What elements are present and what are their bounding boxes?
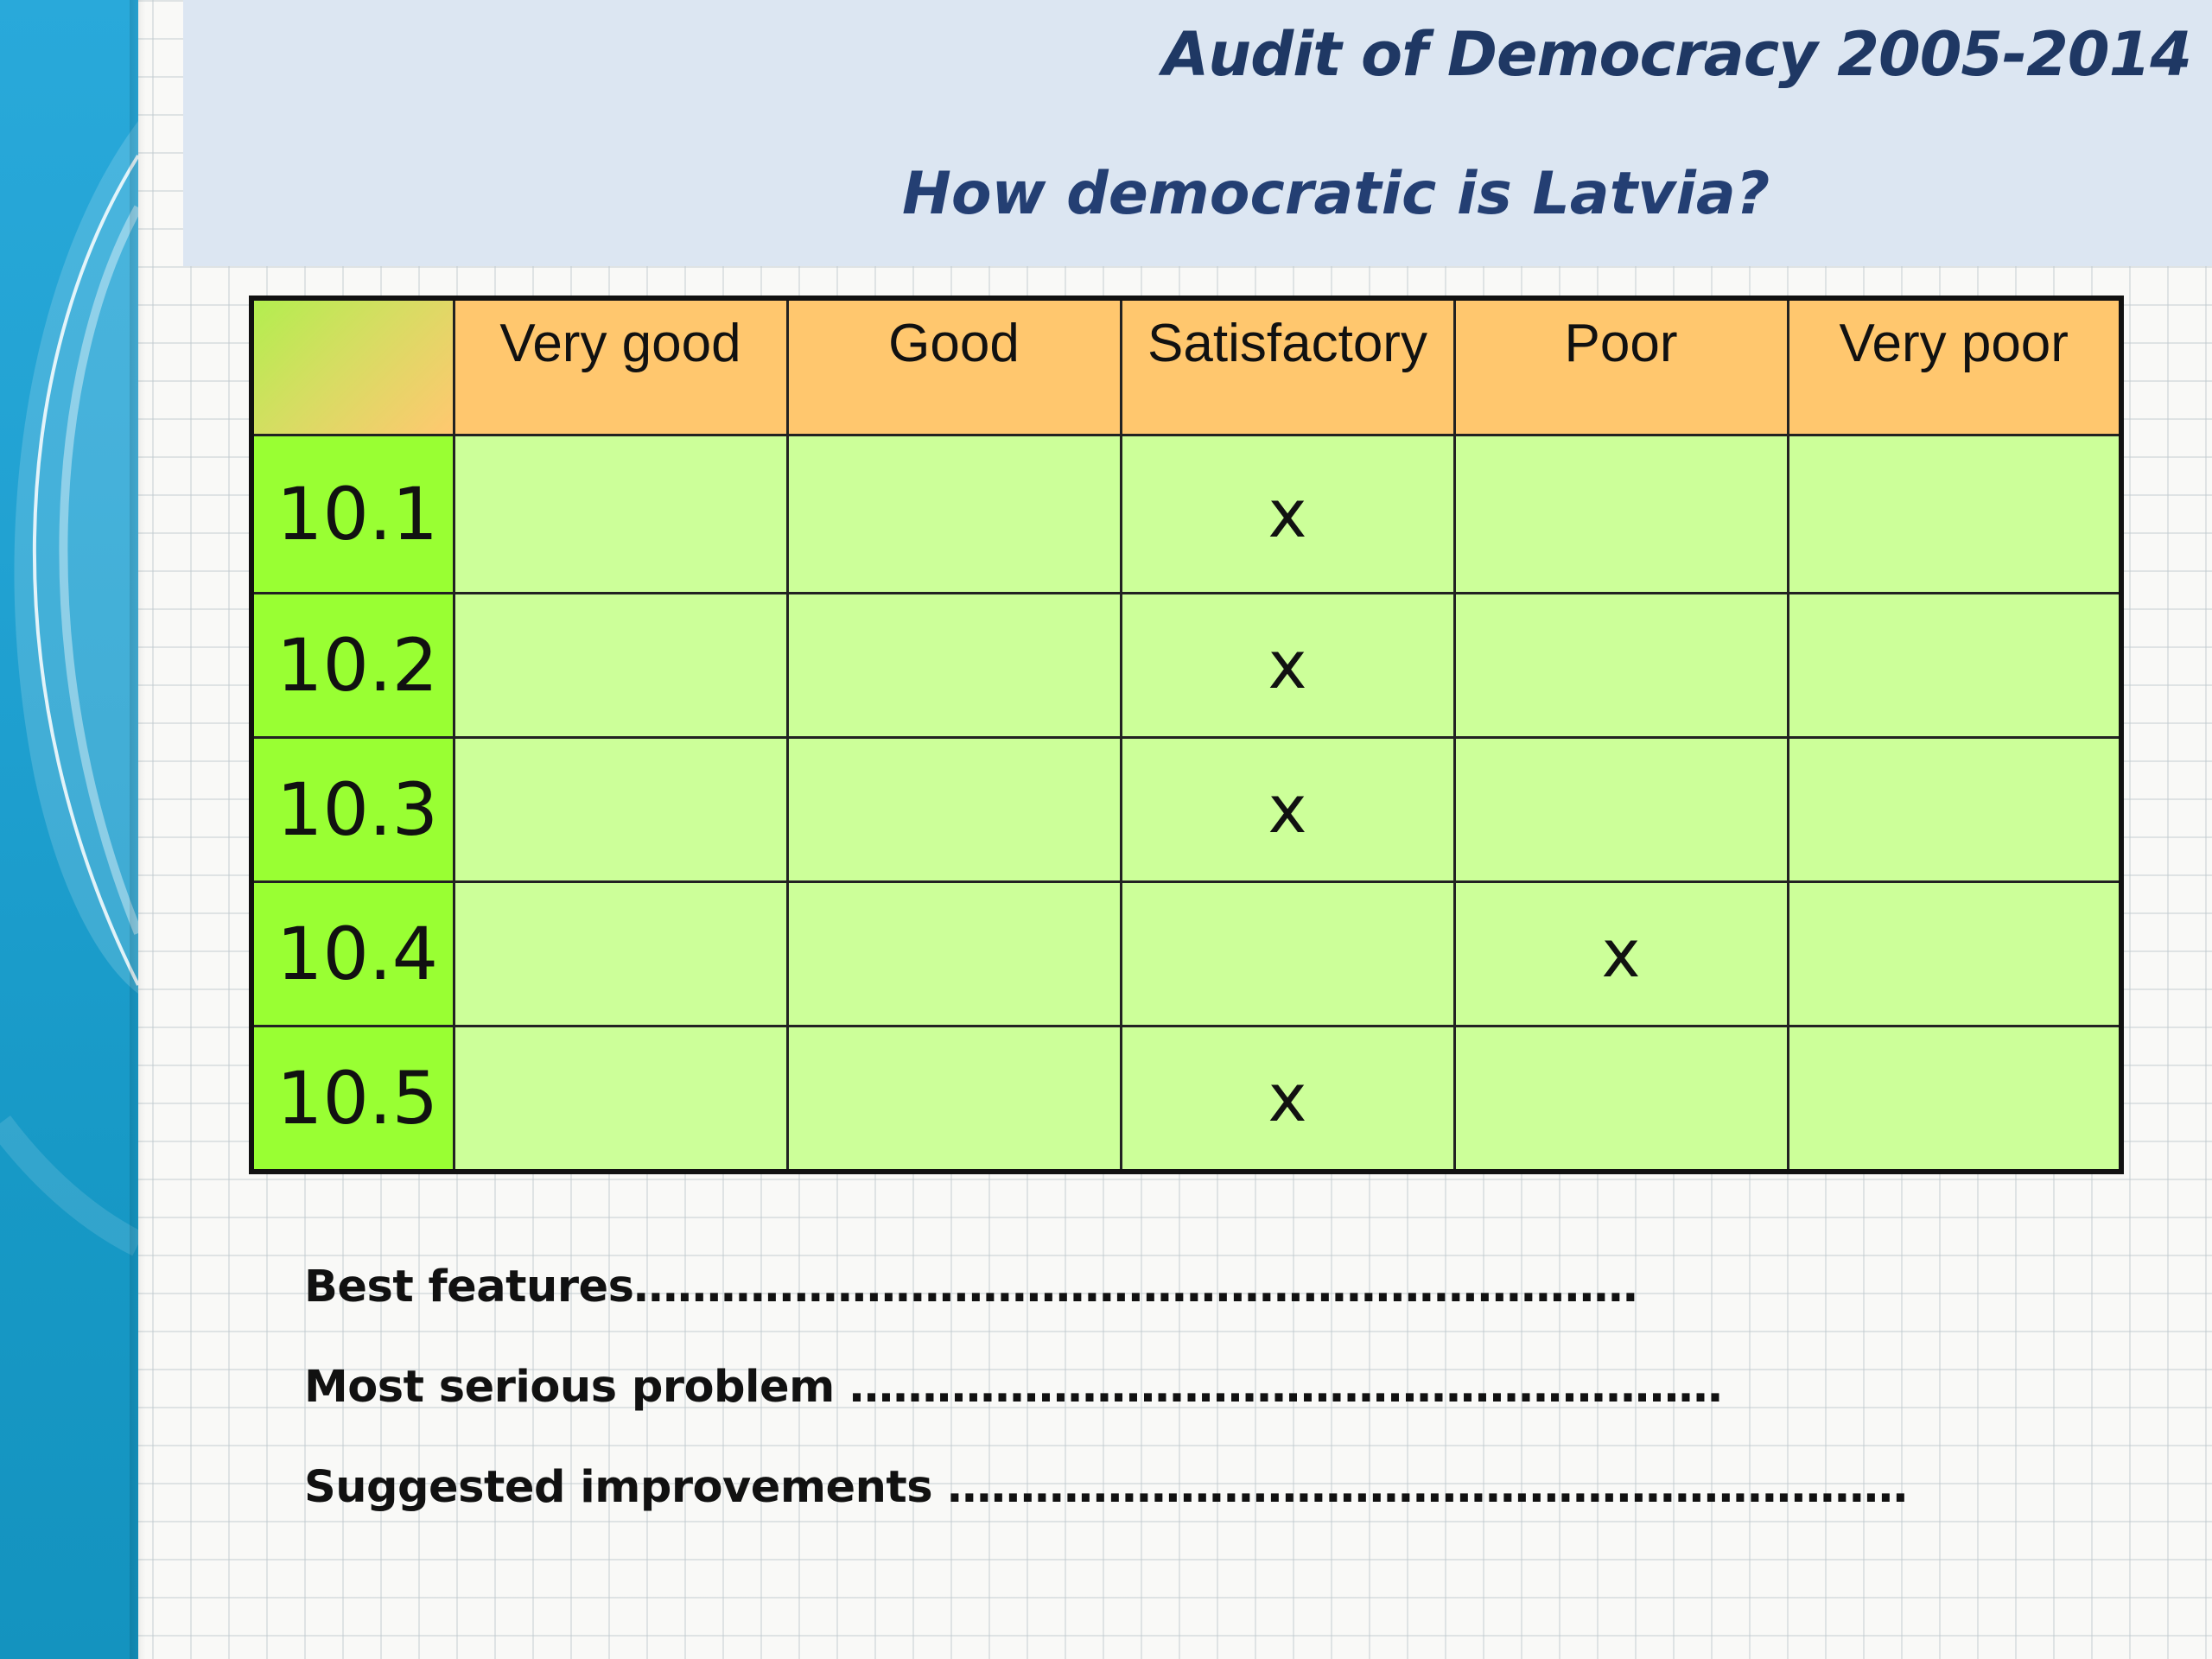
table-cell: [785, 1024, 1122, 1173]
table-cell: [1119, 880, 1456, 1027]
row-label: 10.2: [250, 591, 455, 739]
table-cell: [1452, 433, 1789, 594]
table-header-row: Very good Good Satisfactory Poor Very po…: [250, 296, 2123, 436]
table-cell: [452, 591, 789, 739]
column-header-poor: Poor: [1452, 296, 1789, 436]
table-cell: [1786, 880, 2123, 1027]
column-header-very-good: Very good: [452, 296, 789, 436]
table-cell: [452, 433, 789, 594]
table-cell: [785, 591, 1122, 739]
table-cell: [1786, 1024, 2123, 1173]
side-band-shadow: [130, 0, 145, 1659]
row-label: 10.1: [250, 433, 455, 594]
table-cell: [452, 880, 789, 1027]
table-cell: [1452, 1024, 1789, 1173]
slide-subtitle: How democratic is Latvia?: [902, 160, 1770, 228]
table-cell: [452, 735, 789, 883]
table-cell: [785, 735, 1122, 883]
row-label: 10.5: [250, 1024, 455, 1173]
note-suggested-improvements: Suggested improvements ………………………………………………: [304, 1462, 1908, 1513]
column-header-satisfactory: Satisfactory: [1119, 296, 1456, 436]
table-row: 10.4 x: [250, 880, 2123, 1027]
note-most-serious-problem: Most serious problem ……………………………………………………: [304, 1362, 1722, 1413]
table-cell: [1786, 433, 2123, 594]
row-label: 10.4: [250, 880, 455, 1027]
table-corner-cell: [250, 296, 455, 436]
column-header-good: Good: [785, 296, 1122, 436]
table-row: 10.1 x: [250, 433, 2123, 594]
column-header-very-poor: Very poor: [1786, 296, 2123, 436]
table-cell: x: [1119, 1024, 1456, 1173]
table-cell: [1786, 591, 2123, 739]
decorative-side-band: [0, 0, 138, 1659]
table-cell: [452, 1024, 789, 1173]
table-cell: [1786, 735, 2123, 883]
note-best-features: Best features……………………………………………………………: [304, 1262, 1637, 1313]
slide-title: Audit of Democracy 2005-2014: [1162, 19, 2192, 90]
table-row: 10.3 x: [250, 735, 2123, 883]
slide-header: Audit of Democracy 2005-2014 How democra…: [183, 0, 2212, 266]
table-cell: [785, 880, 1122, 1027]
rating-table: Very good Good Satisfactory Poor Very po…: [249, 296, 2124, 1174]
table-cell: x: [1119, 591, 1456, 739]
table-cell: [1452, 735, 1789, 883]
table-row: 10.2 x: [250, 591, 2123, 739]
table-cell: x: [1119, 433, 1456, 594]
table-row: 10.5 x: [250, 1024, 2123, 1173]
table-cell: [785, 433, 1122, 594]
table-cell: [1452, 591, 1789, 739]
table-cell: x: [1119, 735, 1456, 883]
row-label: 10.3: [250, 735, 455, 883]
swirl-decoration: [0, 121, 138, 1256]
table-cell: x: [1452, 880, 1789, 1027]
notes-section: Best features…………………………………………………………… Mos…: [304, 1262, 1908, 1562]
